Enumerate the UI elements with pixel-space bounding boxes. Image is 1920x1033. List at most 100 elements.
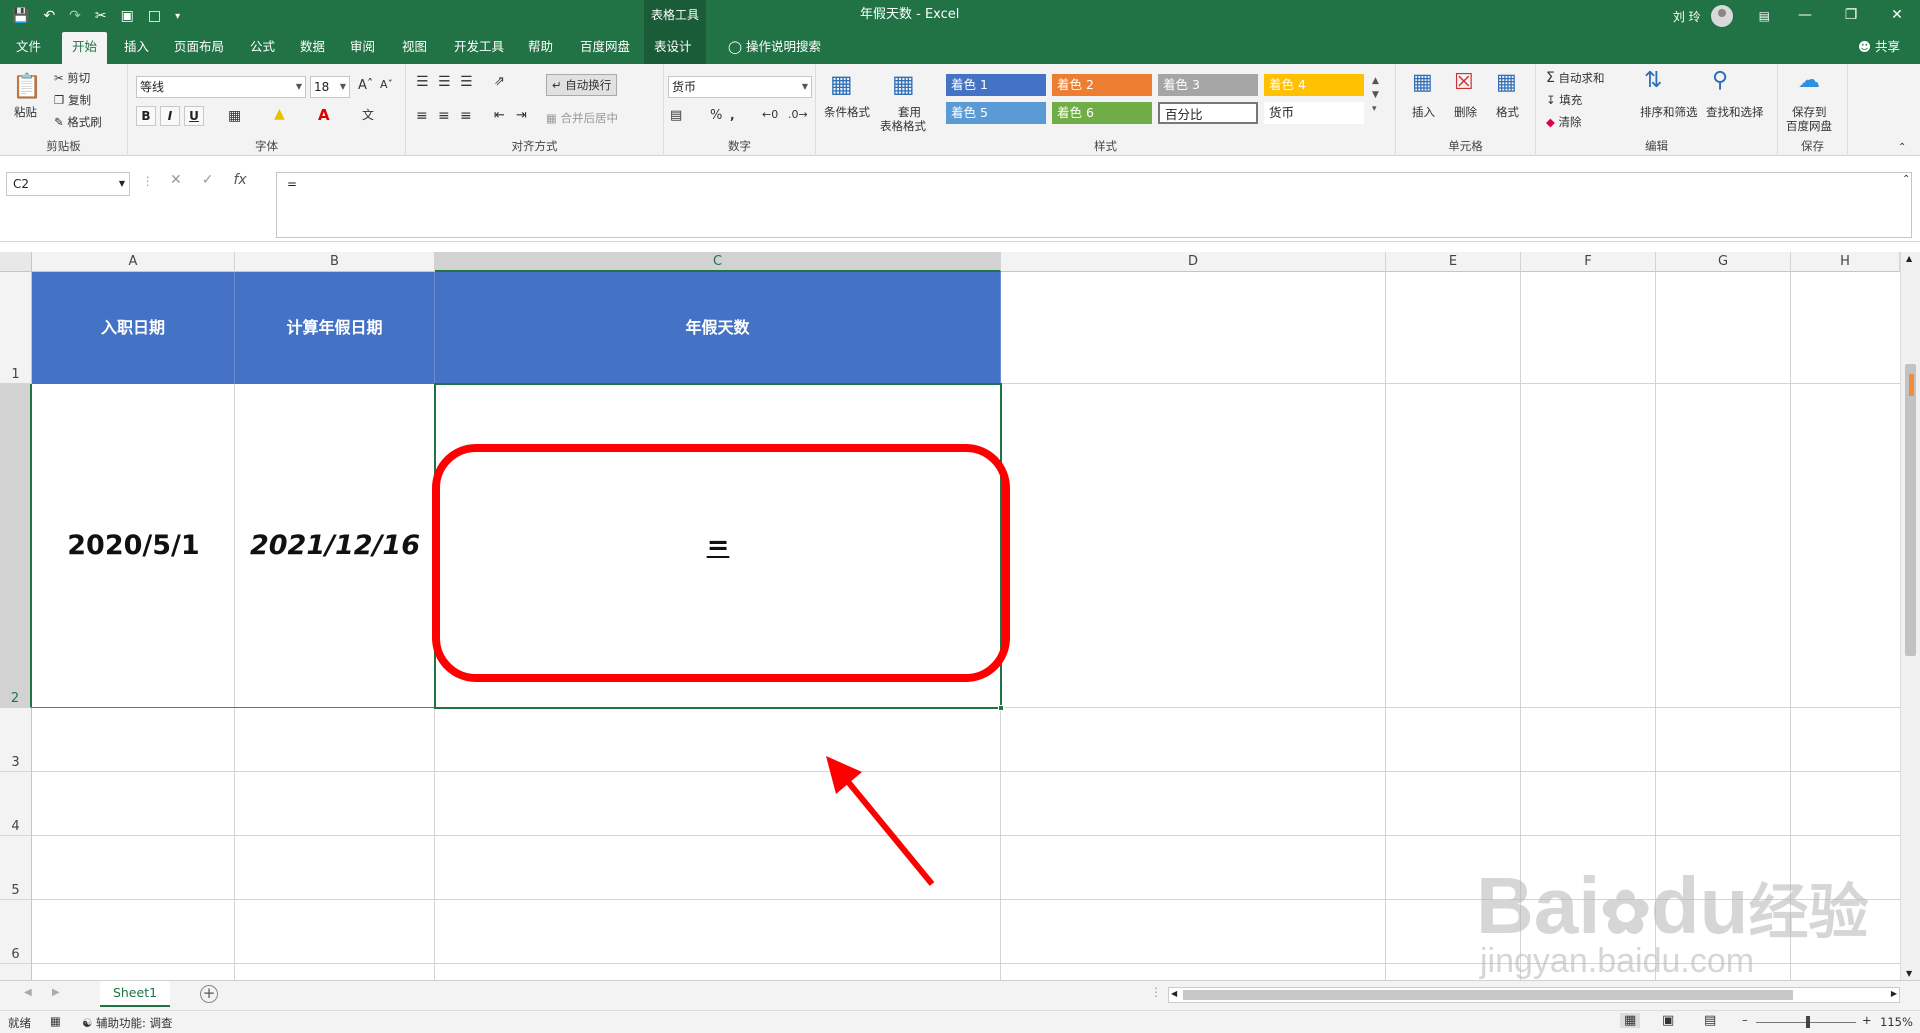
accessibility-button[interactable]: ☯ 辅助功能: 调查: [82, 1015, 173, 1031]
delete-cells-button[interactable]: 删除: [1454, 104, 1477, 120]
expand-formula-icon[interactable]: ⌃: [1902, 174, 1910, 185]
borders-icon[interactable]: ▦: [228, 108, 241, 124]
font-name-select[interactable]: 等线 ▼: [136, 76, 306, 98]
font-size-select[interactable]: 18 ▼: [310, 76, 350, 98]
tab-formulas[interactable]: 公式: [240, 32, 285, 64]
tell-me-search[interactable]: ◯ 操作说明搜索: [718, 32, 831, 64]
save-as-icon[interactable]: ▣: [121, 8, 134, 24]
column-header-g[interactable]: G: [1656, 252, 1791, 272]
fill-color-icon[interactable]: ▲: [274, 106, 285, 122]
column-header-f[interactable]: F: [1521, 252, 1656, 272]
scroll-right-icon[interactable]: ▶: [1891, 989, 1897, 998]
enter-icon[interactable]: ✓: [202, 172, 214, 188]
restore-icon[interactable]: ❐: [1828, 0, 1874, 32]
row-header-7[interactable]: [0, 964, 32, 980]
decrease-font-icon[interactable]: Aˇ: [380, 78, 393, 91]
tab-developer[interactable]: 开发工具: [444, 32, 514, 64]
cell-a1[interactable]: 入职日期: [32, 272, 235, 384]
copy-button[interactable]: ❐ 复制: [54, 92, 91, 108]
insert-function-icon[interactable]: fx: [233, 172, 246, 188]
tab-insert[interactable]: 插入: [114, 32, 159, 64]
font-color-icon[interactable]: A: [318, 106, 330, 124]
column-header-a[interactable]: A: [32, 252, 235, 272]
zoom-slider-knob[interactable]: [1806, 1016, 1810, 1028]
gallery-scroll-icon[interactable]: ▲ ▼ ▾: [1372, 74, 1379, 116]
page-break-view-icon[interactable]: ▤: [1704, 1013, 1716, 1028]
increase-decimal-icon[interactable]: ←0: [762, 108, 778, 121]
find-select-icon[interactable]: ⚲: [1712, 68, 1728, 93]
fill-button[interactable]: ↧ 填充: [1546, 92, 1582, 108]
cell-c1[interactable]: 年假天数: [435, 272, 1001, 384]
cut-icon[interactable]: ✂: [95, 8, 107, 24]
decrease-indent-icon[interactable]: ⇤: [494, 108, 505, 123]
save-to-netdisk-line2[interactable]: 百度网盘: [1786, 118, 1832, 134]
save-icon[interactable]: 💾: [12, 8, 29, 24]
next-sheet-icon[interactable]: ▶: [52, 987, 60, 998]
style-accent-1[interactable]: 着色 1: [946, 74, 1046, 96]
scroll-down-icon[interactable]: ▼: [1906, 969, 1912, 978]
align-left-icon[interactable]: ≡: [416, 108, 428, 124]
column-header-h[interactable]: H: [1791, 252, 1900, 272]
minimize-icon[interactable]: —: [1782, 0, 1828, 32]
column-header-c[interactable]: C: [435, 252, 1001, 272]
merge-center-button[interactable]: ▦ 合并后居中: [546, 110, 618, 126]
new-file-icon[interactable]: □: [148, 8, 161, 24]
sheet-tab-sheet1[interactable]: Sheet1: [100, 981, 170, 1007]
tab-file[interactable]: 文件: [6, 32, 51, 64]
page-layout-view-icon[interactable]: ▣: [1662, 1013, 1674, 1028]
ribbon-display-icon[interactable]: ▤: [1759, 9, 1770, 23]
horizontal-scrollbar[interactable]: ◀ ▶: [1168, 987, 1900, 1003]
delete-cells-icon[interactable]: ☒: [1454, 70, 1474, 95]
style-accent-3[interactable]: 着色 3: [1158, 74, 1258, 96]
tab-table-design[interactable]: 表设计: [644, 32, 706, 64]
conditional-formatting-icon[interactable]: ▦: [830, 70, 853, 98]
accounting-icon[interactable]: ▤: [670, 108, 682, 123]
vertical-scrollbar[interactable]: ▲ ▼: [1900, 252, 1920, 980]
cut-button[interactable]: ✂ 剪切: [54, 70, 90, 86]
increase-indent-icon[interactable]: ⇥: [516, 108, 527, 123]
format-as-table-line2[interactable]: 表格格式: [880, 118, 926, 134]
cell-b1[interactable]: 计算年假日期: [235, 272, 435, 384]
orientation-icon[interactable]: ⇗: [494, 74, 505, 89]
paste-icon[interactable]: 📋: [12, 72, 42, 100]
row-header-2[interactable]: 2: [0, 384, 32, 708]
style-accent-5[interactable]: 着色 5: [946, 102, 1046, 124]
row-header-4[interactable]: 4: [0, 772, 32, 836]
column-header-b[interactable]: B: [235, 252, 435, 272]
percent-icon[interactable]: %: [710, 108, 722, 123]
tab-view[interactable]: 视图: [392, 32, 437, 64]
sort-filter-icon[interactable]: ⇅: [1644, 68, 1662, 93]
wrap-text-button[interactable]: ↵ 自动换行: [546, 74, 618, 96]
cell-a2[interactable]: 2020/5/1: [32, 384, 235, 708]
style-percent[interactable]: 百分比: [1158, 102, 1258, 124]
scroll-up-icon[interactable]: ▲: [1906, 254, 1912, 263]
format-as-table-icon[interactable]: ▦: [892, 70, 915, 98]
increase-font-icon[interactable]: Aˆ: [358, 78, 373, 93]
insert-cells-button[interactable]: 插入: [1412, 104, 1435, 120]
row-header-3[interactable]: 3: [0, 708, 32, 772]
paste-button[interactable]: 粘贴: [14, 104, 37, 120]
align-middle-icon[interactable]: ☰: [438, 74, 451, 90]
normal-view-icon[interactable]: ▦: [1620, 1013, 1641, 1028]
cell-b2[interactable]: 2021/12/16: [235, 384, 435, 708]
select-all-corner[interactable]: [0, 252, 32, 272]
prev-sheet-icon[interactable]: ◀: [24, 987, 32, 998]
collapse-ribbon-icon[interactable]: ⌃: [1898, 142, 1906, 153]
sort-filter-button[interactable]: 排序和筛选: [1640, 104, 1698, 120]
zoom-out-icon[interactable]: –: [1742, 1013, 1748, 1027]
tab-help[interactable]: 帮助: [518, 32, 563, 64]
comma-icon[interactable]: ,: [730, 108, 735, 122]
italic-icon[interactable]: I: [160, 106, 180, 126]
tab-page-layout[interactable]: 页面布局: [164, 32, 234, 64]
baidu-cloud-icon[interactable]: ☁: [1798, 68, 1820, 93]
row-header-1[interactable]: 1: [0, 272, 32, 384]
share-button[interactable]: ☻ 共享: [1858, 32, 1900, 62]
find-select-button[interactable]: 查找和选择: [1706, 104, 1764, 120]
name-box[interactable]: C2 ▼: [6, 172, 130, 196]
row-header-5[interactable]: 5: [0, 836, 32, 900]
clear-button[interactable]: ◆ 清除: [1546, 114, 1582, 130]
undo-icon[interactable]: ↶: [43, 8, 55, 24]
format-cells-icon[interactable]: ▦: [1496, 70, 1517, 95]
bold-icon[interactable]: B: [136, 106, 156, 126]
align-bottom-icon[interactable]: ☰: [460, 74, 473, 90]
